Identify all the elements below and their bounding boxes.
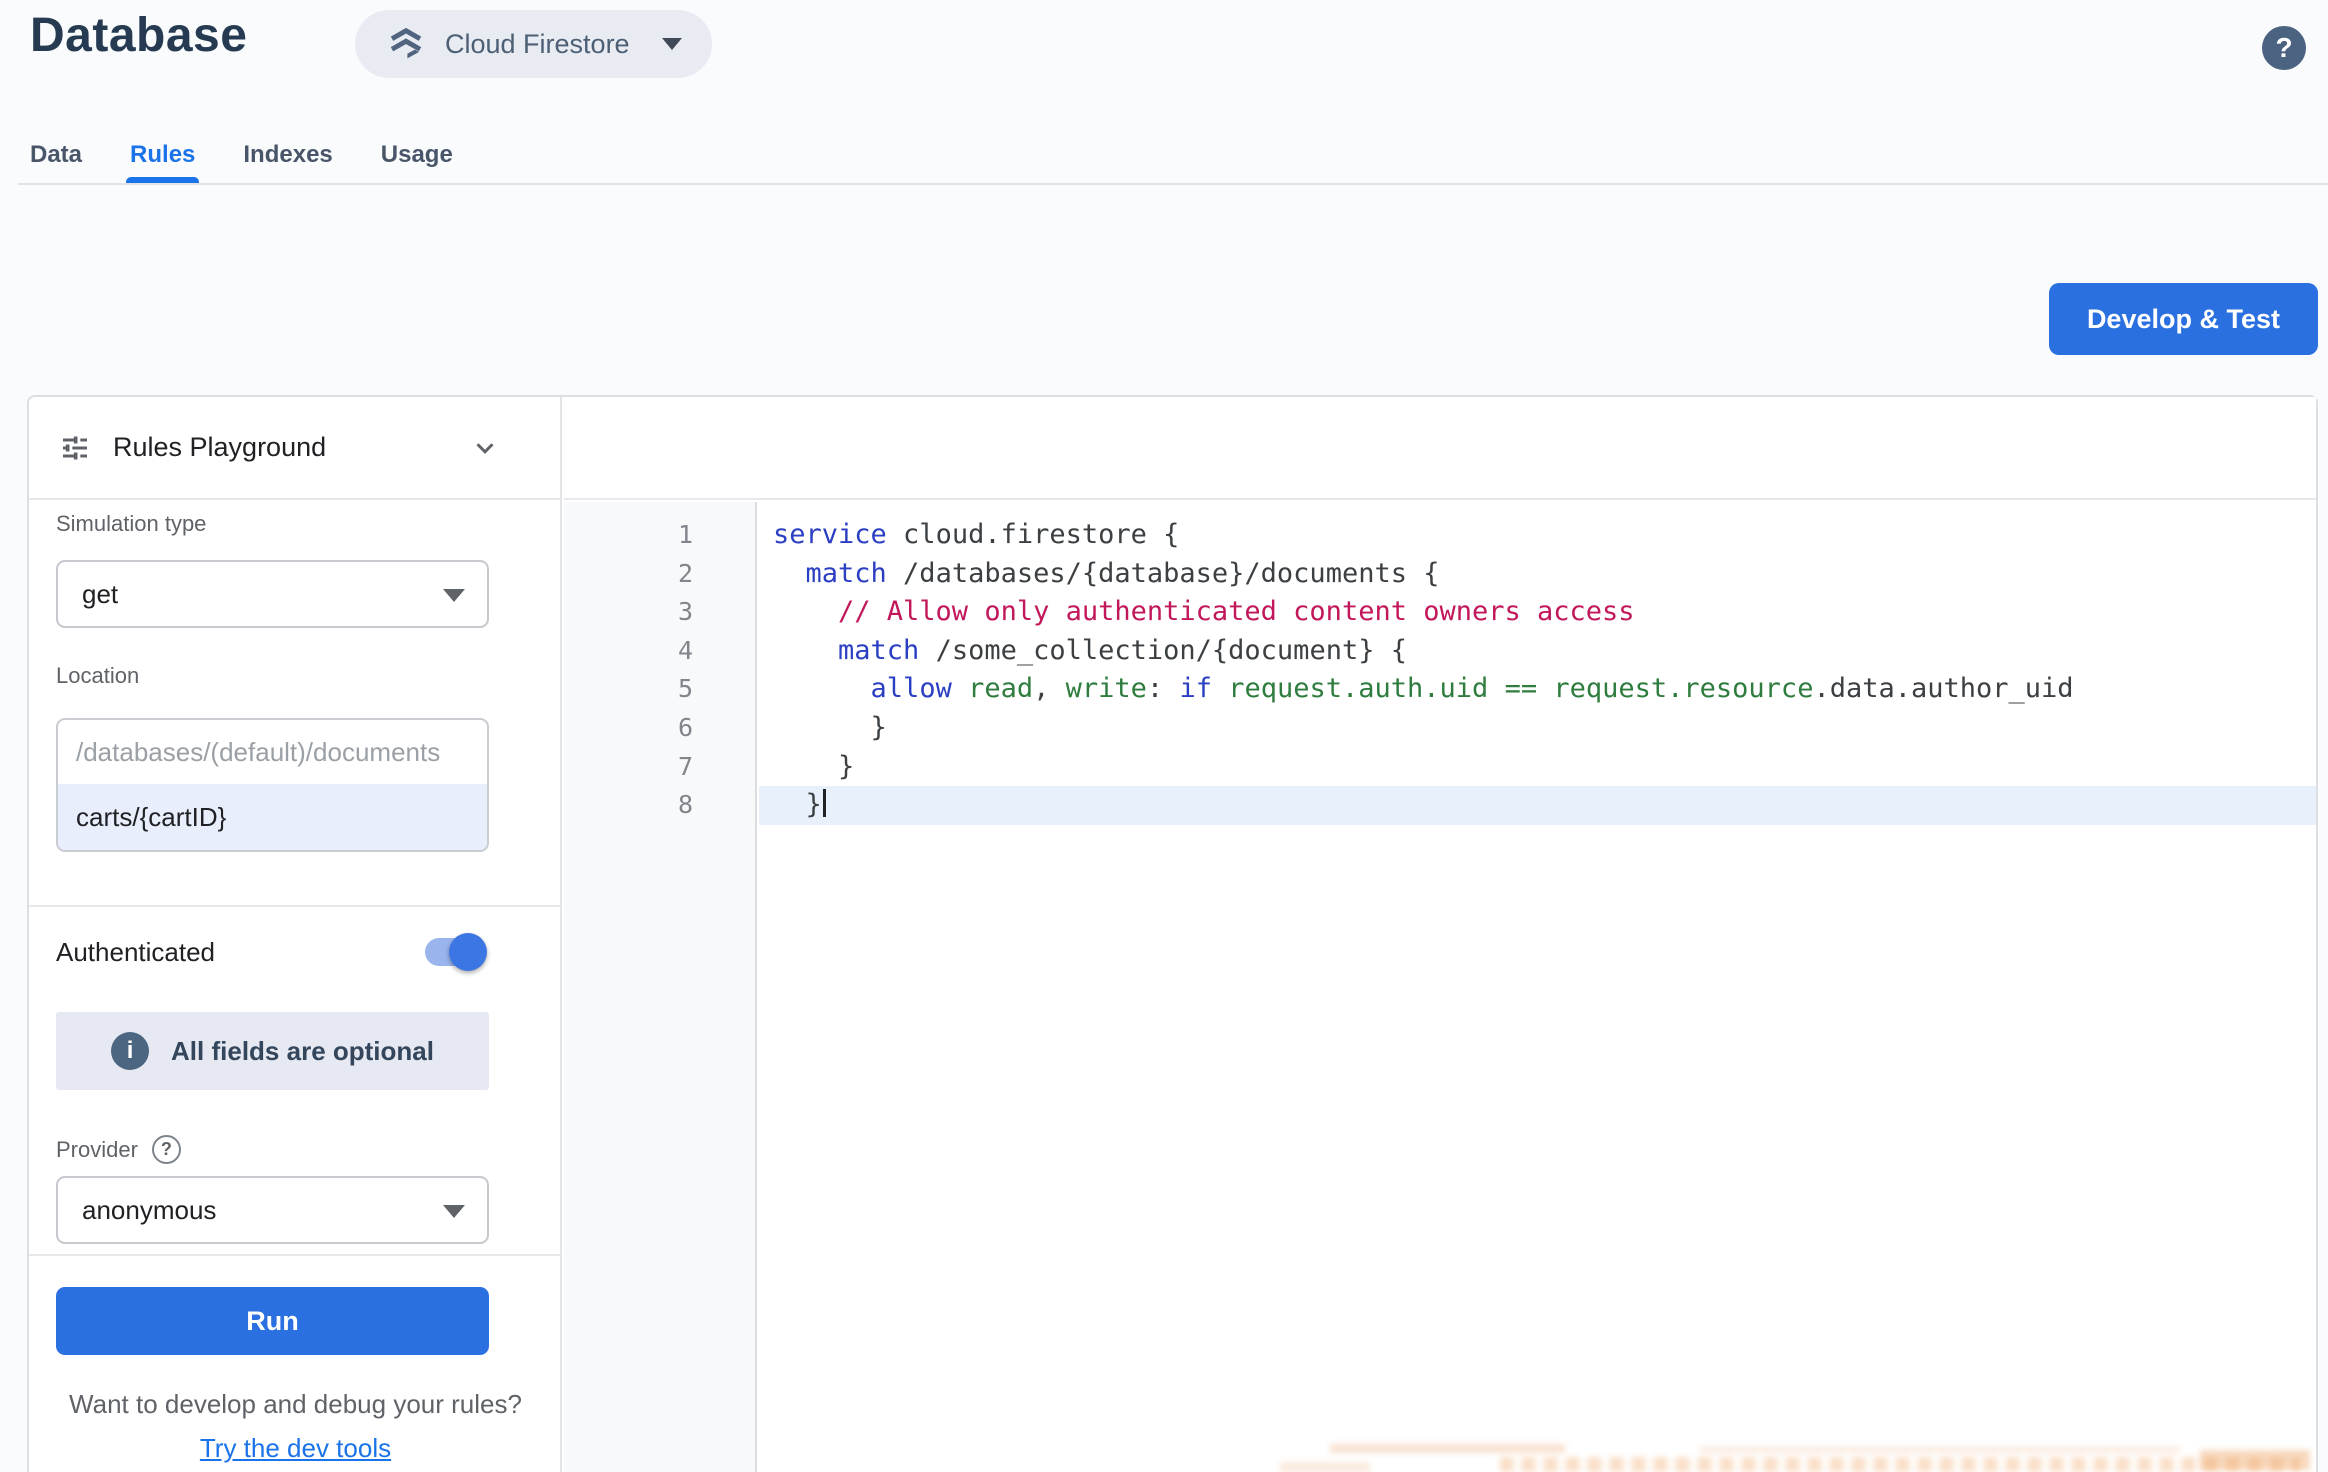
code-line[interactable]: // Allow only authenticated content owne…	[759, 593, 2316, 632]
location-input[interactable]: /databases/(default)/documents carts/{ca…	[56, 718, 489, 852]
authenticated-row: Authenticated	[56, 928, 489, 976]
authenticated-toggle[interactable]	[425, 938, 483, 966]
simulation-type-select[interactable]: get	[56, 560, 489, 628]
provider-select[interactable]: anonymous	[56, 1176, 489, 1244]
line-number: 2	[564, 555, 755, 594]
run-button[interactable]: Run	[56, 1287, 489, 1355]
database-selector-chip[interactable]: Cloud Firestore	[355, 10, 712, 78]
tab-rules[interactable]: Rules	[130, 126, 195, 184]
code-line[interactable]: allow read, write: if request.auth.uid =…	[759, 670, 2316, 709]
tune-icon	[59, 432, 91, 464]
editor-toolbar	[564, 397, 2316, 500]
code-line[interactable]: match /some_collection/{document} {	[759, 632, 2316, 671]
location-value[interactable]: carts/{cartID}	[58, 784, 487, 850]
firestore-rules-page: Database Cloud Firestore ? Data Rules In…	[0, 0, 2328, 1472]
code-line[interactable]: }	[759, 786, 2316, 825]
caret-down-icon	[443, 1205, 465, 1218]
location-placeholder: /databases/(default)/documents	[58, 720, 487, 784]
rules-editor: 12345678 service cloud.firestore { match…	[564, 397, 2316, 1472]
tab-usage[interactable]: Usage	[381, 126, 453, 184]
line-number: 3	[564, 593, 755, 632]
rules-playground-sidebar: Rules Playground Simulation type get Loc…	[29, 397, 562, 1472]
text-cursor	[823, 789, 826, 817]
tab-indexes[interactable]: Indexes	[243, 126, 332, 184]
line-number: 4	[564, 632, 755, 671]
provider-label: Provider	[56, 1137, 138, 1163]
rules-panel: Rules Playground Simulation type get Loc…	[27, 395, 2318, 1472]
devtools-question: Want to develop and debug your rules?	[29, 1389, 562, 1420]
devtools-link[interactable]: Try the dev tools	[29, 1433, 562, 1464]
divider	[29, 905, 562, 907]
info-banner-text: All fields are optional	[171, 1036, 434, 1067]
line-number: 7	[564, 748, 755, 787]
code-line[interactable]: match /databases/{database}/documents {	[759, 555, 2316, 594]
gutter: 12345678	[564, 502, 757, 1472]
info-icon: i	[111, 1032, 149, 1070]
authenticated-label: Authenticated	[56, 937, 215, 968]
line-number: 8	[564, 786, 755, 825]
divider	[29, 1254, 562, 1256]
line-number: 5	[564, 670, 755, 709]
simulation-type-label: Simulation type	[56, 511, 206, 537]
firestore-icon	[385, 23, 427, 65]
tab-bar-divider	[18, 183, 2328, 185]
collapse-chevron-icon[interactable]	[470, 433, 500, 463]
caret-down-icon	[443, 589, 465, 602]
line-number: 6	[564, 709, 755, 748]
page-title: Database	[30, 8, 247, 63]
line-number: 1	[564, 516, 755, 555]
info-banner: i All fields are optional	[56, 1012, 489, 1090]
help-icon[interactable]: ?	[2262, 26, 2306, 70]
rules-playground-header[interactable]: Rules Playground	[29, 397, 560, 500]
provider-help-icon[interactable]: ?	[152, 1135, 181, 1164]
code-line[interactable]: service cloud.firestore {	[759, 516, 2316, 555]
code-lines[interactable]: service cloud.firestore { match /databas…	[759, 502, 2316, 1472]
rules-playground-title: Rules Playground	[113, 432, 448, 463]
develop-test-button[interactable]: Develop & Test	[2049, 283, 2318, 355]
location-label: Location	[56, 663, 139, 689]
database-selector-label: Cloud Firestore	[445, 29, 630, 60]
code-editor[interactable]: 12345678 service cloud.firestore { match…	[564, 502, 2316, 1472]
tab-data[interactable]: Data	[30, 126, 82, 184]
code-line[interactable]: }	[759, 748, 2316, 787]
chevron-down-icon	[662, 38, 682, 50]
provider-row: Provider ?	[56, 1135, 181, 1164]
code-line[interactable]: }	[759, 709, 2316, 748]
toggle-thumb	[449, 933, 487, 971]
tab-bar: Data Rules Indexes Usage	[30, 126, 453, 184]
